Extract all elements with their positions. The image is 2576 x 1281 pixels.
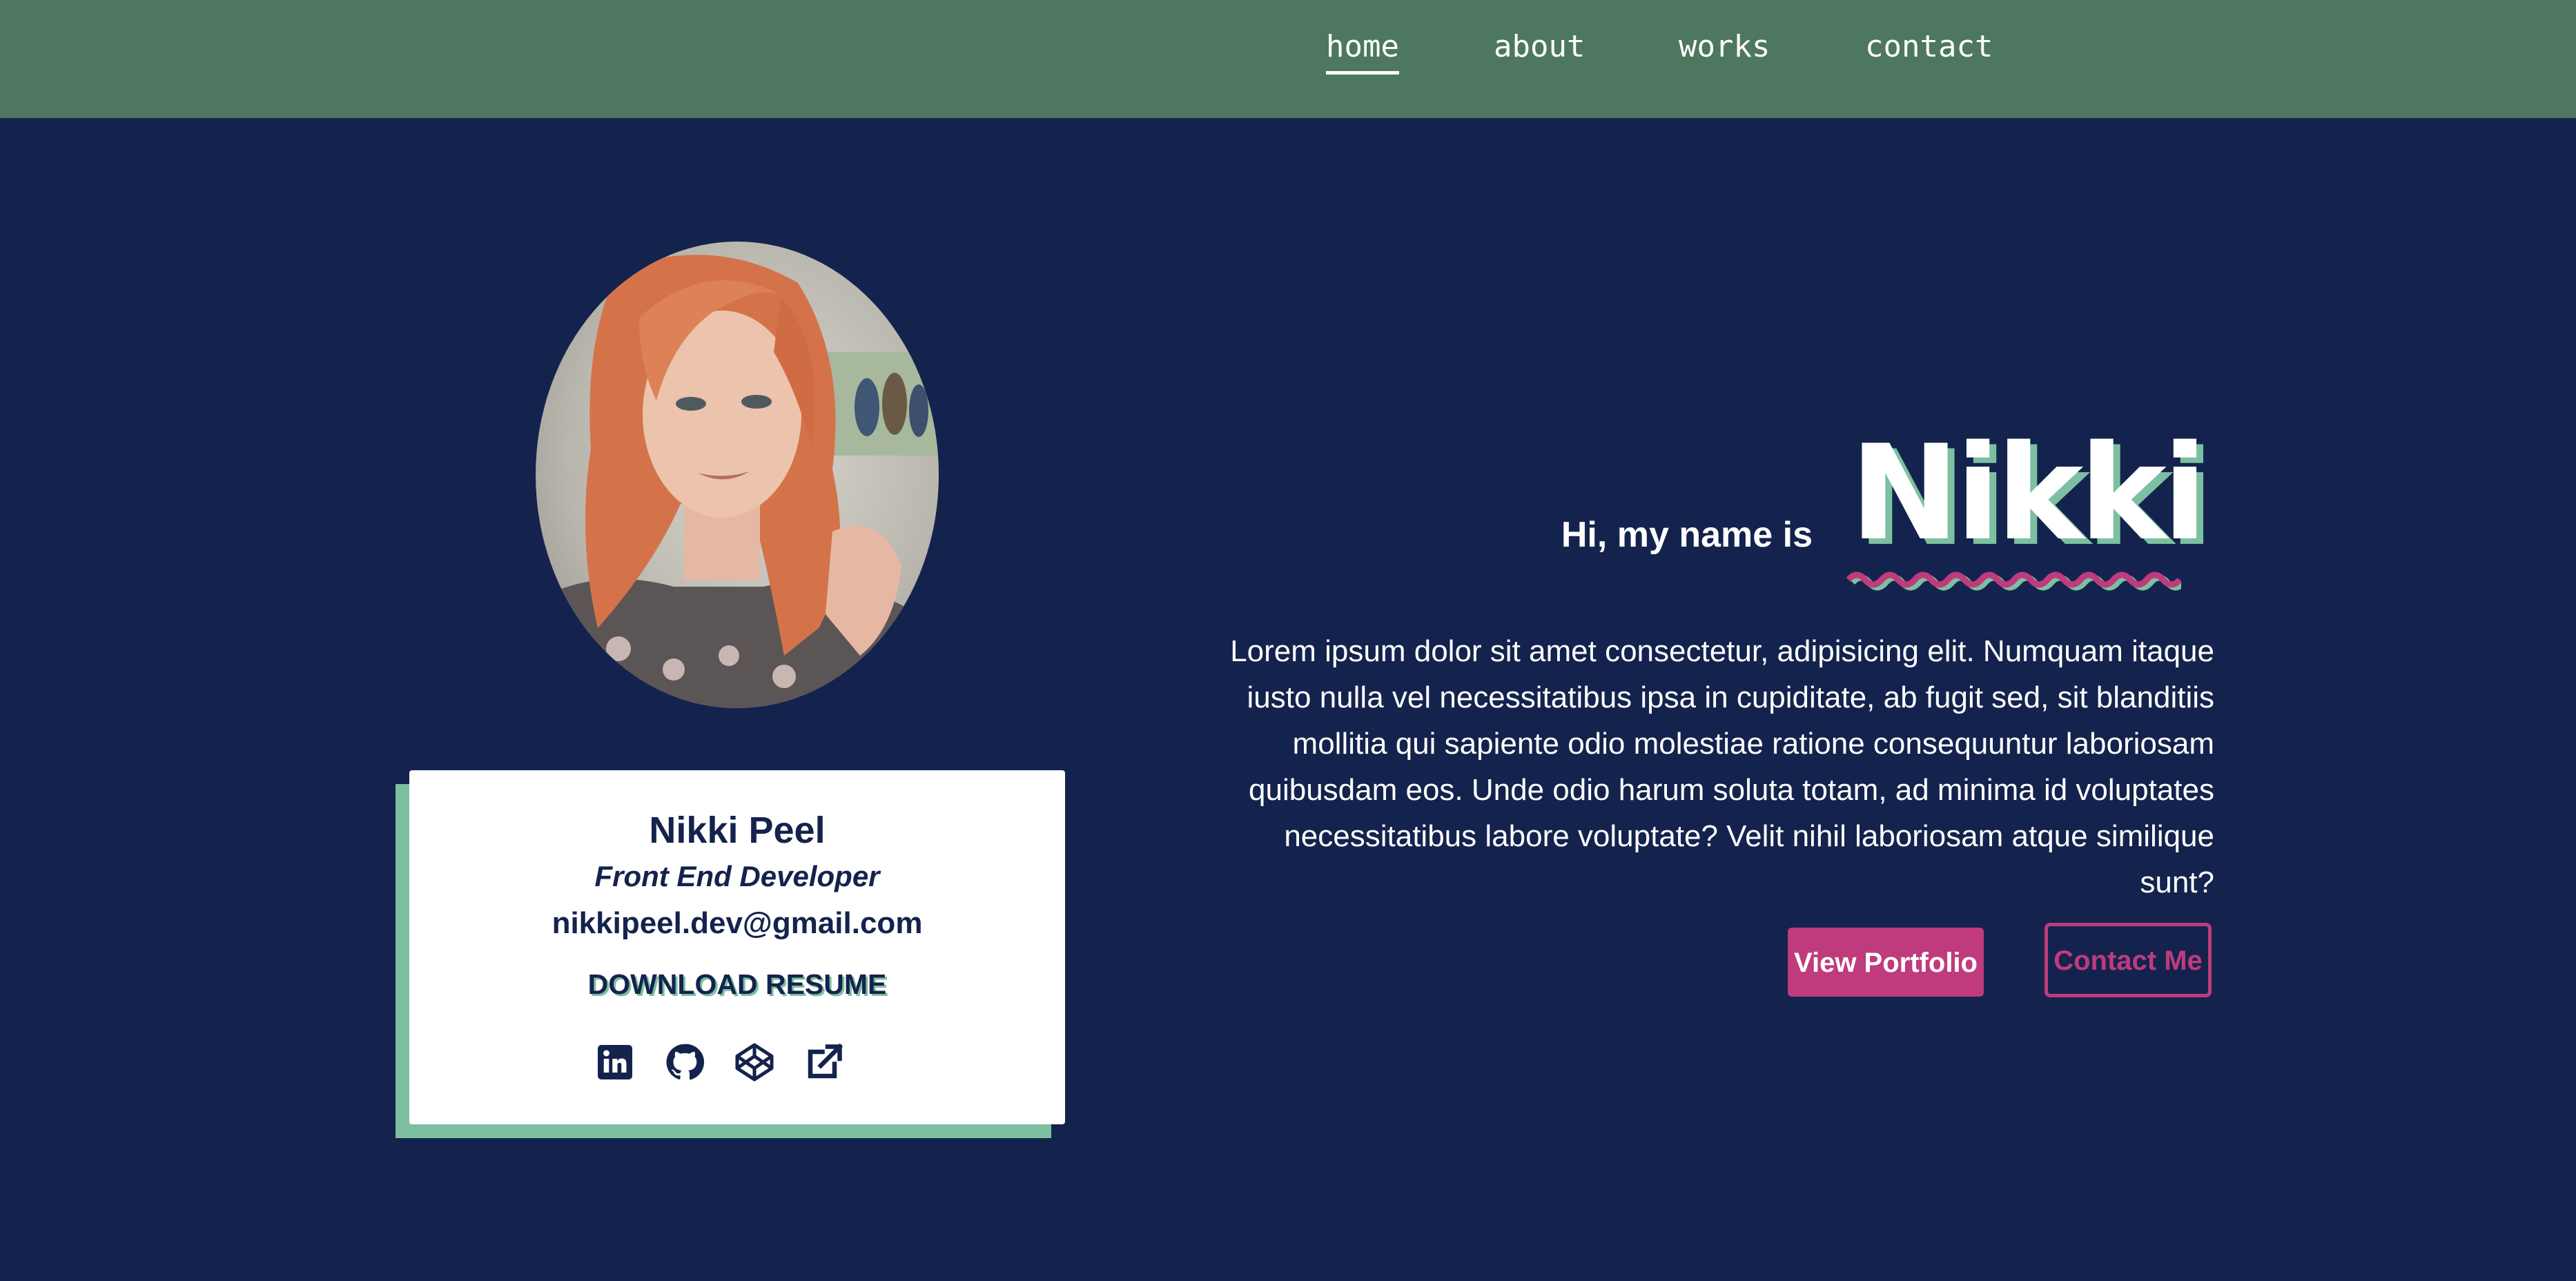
- squiggle-underline: [1846, 571, 2181, 591]
- hero-bio: Lorem ipsum dolor sit amet consectetur, …: [1230, 634, 2214, 899]
- contact-me-button[interactable]: Contact Me: [2045, 923, 2212, 997]
- nav-link-contact[interactable]: contact: [1865, 25, 1993, 69]
- hero-greeting: Hi, my name is: [1561, 515, 1813, 555]
- linkedin-icon[interactable]: [594, 1042, 636, 1083]
- card-name: Nikki Peel: [649, 810, 826, 851]
- nav-link-works[interactable]: works: [1679, 25, 1770, 69]
- view-portfolio-button[interactable]: View Portfolio: [1788, 928, 1984, 997]
- social-links: [409, 1042, 1065, 1090]
- external-link-icon[interactable]: [803, 1042, 845, 1083]
- download-resume-link[interactable]: DOWNLOAD RESUME: [409, 965, 1065, 1004]
- nav-link-about[interactable]: about: [1494, 25, 1585, 69]
- card-role: Front End Developer: [594, 860, 880, 892]
- hero-name: Nikki: [1850, 417, 2207, 569]
- card-email: nikkipeel.dev@gmail.com: [552, 906, 923, 940]
- codepen-icon[interactable]: [734, 1042, 775, 1083]
- nav-link-home[interactable]: home: [1326, 25, 1399, 75]
- github-icon[interactable]: [664, 1042, 705, 1083]
- profile-card: Nikki Peel Front End Developer nikkipeel…: [409, 770, 1065, 1124]
- profile-photo: [536, 242, 939, 708]
- top-nav: home about works contact: [0, 0, 2576, 118]
